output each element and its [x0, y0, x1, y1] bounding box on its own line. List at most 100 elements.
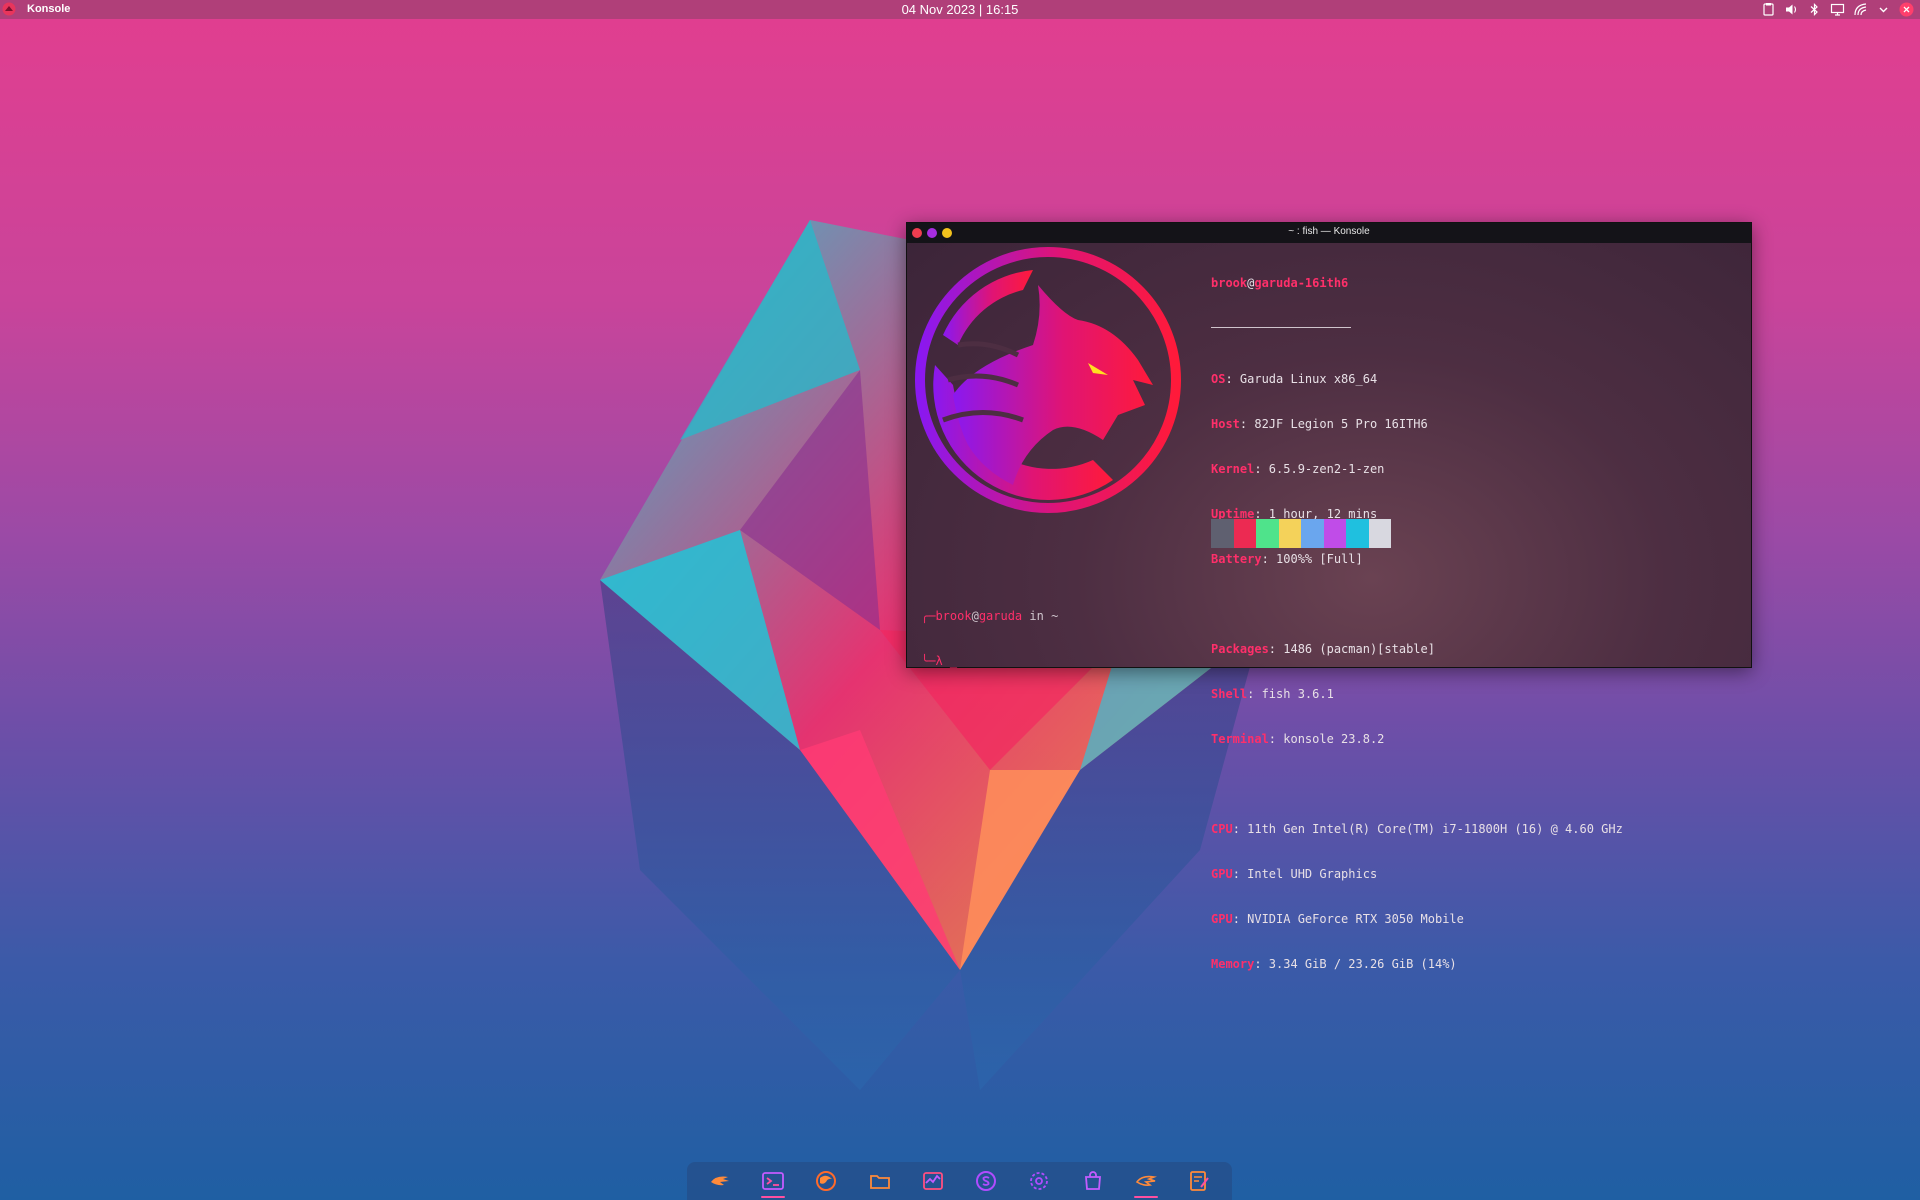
file-manager-icon	[869, 1175, 890, 1189]
color-swatch	[1323, 519, 1346, 548]
fetch-info: brook@garuda-16ith6 OS: Garuda Linux x86…	[1211, 246, 1623, 1002]
prompt-at: @	[971, 609, 979, 623]
dock-item-garuda-welcome[interactable]	[705, 1164, 735, 1198]
network-icon[interactable]	[1853, 2, 1868, 17]
settings-icon	[1030, 1172, 1049, 1190]
power-icon[interactable]	[1899, 2, 1914, 17]
window-title: ~ : fish — Konsole	[1288, 226, 1370, 237]
prompt-user: brook	[935, 609, 972, 623]
terminal-icon	[762, 1172, 784, 1190]
fetch-separator-row	[1211, 327, 1623, 342]
shell-prompt[interactable]: ╭─brook@garuda in ~ ╰─λ _	[921, 579, 1058, 699]
fetch-line: Terminal: konsole 23.8.2	[1211, 732, 1623, 747]
color-swatch	[1211, 519, 1234, 548]
dock-item-garuda-assistant[interactable]	[1131, 1164, 1161, 1198]
clock-text[interactable]: 04 Nov 2023 | 16:15	[902, 2, 1019, 17]
fetch-key: GPU	[1211, 912, 1233, 926]
dock-item-text-editor[interactable]	[1184, 1164, 1214, 1198]
konsole-app-icon[interactable]	[2, 2, 16, 16]
color-swatch	[1256, 519, 1279, 548]
terminal-area[interactable]: brook@garuda-16ith6 OS: Garuda Linux x86…	[907, 243, 1751, 971]
prompt-corner-top: ╭─	[921, 609, 936, 623]
dock-item-file-manager[interactable]	[865, 1164, 895, 1198]
dock-item-system-monitor[interactable]	[918, 1164, 948, 1198]
top-panel: Konsole 04 Nov 2023 | 16:15	[0, 0, 1920, 19]
chevron-down-icon[interactable]	[1876, 2, 1891, 17]
fetch-spacer	[1211, 597, 1623, 612]
dock-item-terminal[interactable]	[758, 1164, 788, 1198]
fetch-key: CPU	[1211, 822, 1233, 836]
fetch-line: CPU: 11th Gen Intel(R) Core(TM) i7-11800…	[1211, 822, 1623, 837]
color-swatch	[1346, 519, 1369, 548]
fetch-key: Host	[1211, 417, 1240, 431]
fetch-line: Packages: 1486 (pacman)[stable]	[1211, 642, 1623, 657]
prompt-host: garuda	[978, 609, 1023, 623]
fetch-line: Memory: 3.34 GiB / 23.26 GiB (14%)	[1211, 957, 1623, 972]
fetch-line: Battery: 100%% [Full]	[1211, 552, 1623, 567]
fetch-key: Memory	[1211, 957, 1255, 971]
bluetooth-icon[interactable]	[1807, 2, 1822, 17]
window-titlebar[interactable]: ~ : fish — Konsole	[907, 223, 1751, 243]
garuda-logo-icon	[915, 247, 1181, 513]
fetch-value: : 11th Gen Intel(R) Core(TM) i7-11800H (…	[1232, 822, 1623, 836]
fetch-value: : Garuda Linux x86_64	[1225, 372, 1378, 386]
color-swatch	[1368, 519, 1391, 548]
prompt-symbol: λ	[935, 654, 943, 668]
firefox-icon	[816, 1171, 837, 1191]
fetch-value: : 100%% [Full]	[1261, 552, 1363, 566]
fetch-line: GPU: Intel UHD Graphics	[1211, 867, 1623, 882]
fetch-value: : 82JF Legion 5 Pro 16ITH6	[1239, 417, 1428, 431]
software-store-icon	[1084, 1171, 1101, 1190]
fetch-user: brook	[1211, 276, 1248, 290]
color-swatch	[1233, 519, 1256, 548]
running-indicator	[1134, 1196, 1159, 1198]
fetch-value: : 6.5.9-zen2-1-zen	[1254, 462, 1385, 476]
fetch-key: Battery	[1211, 552, 1262, 566]
dock-item-software-store[interactable]	[1078, 1164, 1108, 1198]
fetch-value: : fish 3.6.1	[1247, 687, 1334, 701]
fetch-host: garuda-16ith6	[1254, 276, 1349, 290]
fetch-value: : 1486 (pacman)[stable]	[1268, 642, 1435, 656]
text-cursor[interactable]: _	[943, 654, 957, 668]
fetch-line: Shell: fish 3.6.1	[1211, 687, 1623, 702]
dock-item-skype[interactable]	[971, 1164, 1001, 1198]
prompt-corner-bottom: ╰─	[921, 654, 936, 668]
fetch-key: Shell	[1211, 687, 1248, 701]
dock	[687, 1162, 1232, 1200]
prompt-in: in	[1022, 609, 1052, 623]
fetch-header: brook@garuda-16ith6	[1211, 276, 1623, 291]
fetch-value: : 3.34 GiB / 23.26 GiB (14%)	[1254, 957, 1457, 971]
fetch-value: : konsole 23.8.2	[1268, 732, 1385, 746]
color-swatch	[1278, 519, 1301, 548]
fetch-key: Packages	[1211, 642, 1269, 656]
fetch-line: Host: 82JF Legion 5 Pro 16ITH6	[1211, 417, 1623, 432]
fetch-line: Kernel: 6.5.9-zen2-1-zen	[1211, 462, 1623, 477]
dock-item-settings[interactable]	[1024, 1164, 1054, 1198]
fetch-value: : NVIDIA GeForce RTX 3050 Mobile	[1232, 912, 1464, 926]
system-tray	[1761, 2, 1914, 17]
prompt-dir: ~	[1051, 609, 1059, 623]
color-swatch	[1301, 519, 1324, 548]
garuda-welcome-icon	[710, 1176, 729, 1186]
system-monitor-icon	[922, 1172, 943, 1190]
running-indicator	[760, 1196, 785, 1198]
volume-icon[interactable]	[1784, 2, 1799, 17]
konsole-window[interactable]: ~ : fish — Konsole brook@garuda-16ith6 O…	[906, 222, 1752, 971]
active-app-name[interactable]: Konsole	[27, 3, 70, 15]
skype-icon	[976, 1171, 997, 1191]
fetch-separator	[1211, 327, 1351, 328]
fetch-line: GPU: NVIDIA GeForce RTX 3050 Mobile	[1211, 912, 1623, 927]
fetch-value: : Intel UHD Graphics	[1232, 867, 1378, 881]
text-editor-icon	[1190, 1171, 1210, 1191]
garuda-assistant-icon	[1135, 1175, 1157, 1186]
clipboard-icon[interactable]	[1761, 2, 1776, 17]
dock-item-firefox[interactable]	[811, 1164, 841, 1198]
fetch-key: OS	[1211, 372, 1226, 386]
fetch-key: Terminal	[1211, 732, 1269, 746]
fetch-key: GPU	[1211, 867, 1233, 881]
color-palette	[1211, 519, 1391, 548]
fetch-key: Kernel	[1211, 462, 1255, 476]
display-icon[interactable]	[1830, 2, 1845, 17]
clock: 04 Nov 2023 | 16:15	[0, 2, 1920, 17]
fetch-spacer	[1211, 777, 1623, 792]
